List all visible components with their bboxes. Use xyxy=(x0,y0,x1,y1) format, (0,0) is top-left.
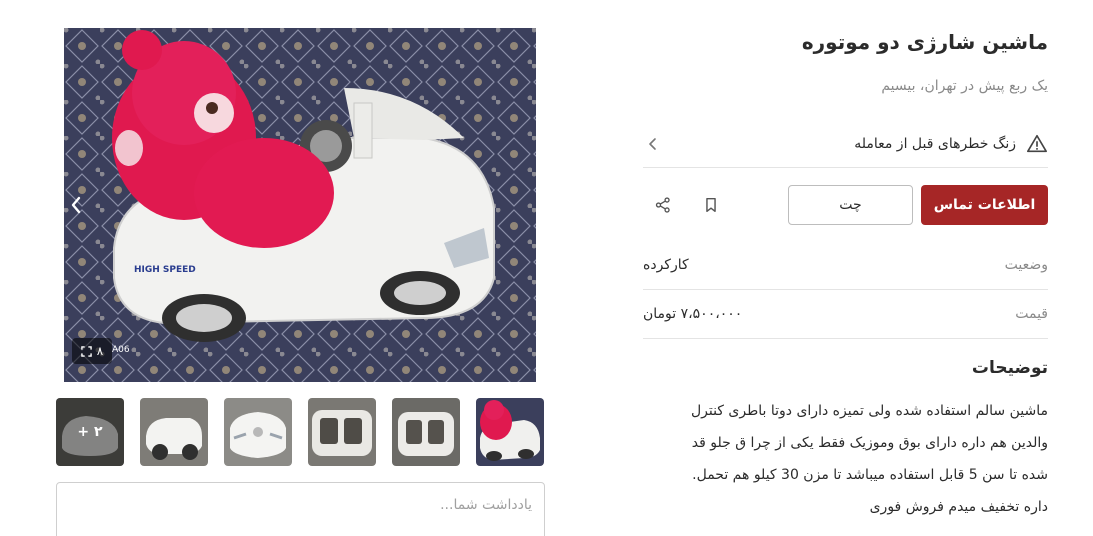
photo-tag: A06 xyxy=(112,345,130,355)
thumbnail-image xyxy=(476,398,544,466)
chevron-left-icon xyxy=(71,196,81,214)
description-line: والدین هم داره دارای بوق وموزیک فقط یکی … xyxy=(691,435,1048,451)
chevron-left-icon xyxy=(649,137,656,150)
thumbnail-1[interactable] xyxy=(476,398,544,466)
share-button[interactable] xyxy=(649,191,677,219)
status-value: کارکرده xyxy=(643,257,689,273)
thumbnail-3[interactable] xyxy=(308,398,376,466)
status-row: وضعیت کارکرده xyxy=(643,241,1048,290)
price-row: قیمت ۷،۵۰۰،۰۰۰ تومان xyxy=(643,290,1048,339)
description-title: توضیحات xyxy=(971,358,1048,378)
main-photo[interactable]: HIGH SPEED A06 ۸ xyxy=(64,28,536,382)
photo-text: HIGH SPEED xyxy=(134,265,196,275)
action-bar: اطلاعات تماس چت xyxy=(643,185,1048,225)
thumbnail-5[interactable] xyxy=(140,398,208,466)
thumbnail-image xyxy=(308,398,376,466)
description-line: شده تا سن 5 قابل استفاده میباشد تا مزن 3… xyxy=(692,467,1048,483)
thumbnail-image xyxy=(140,398,208,466)
description-line: داره تخفیف میدم فروش فوری xyxy=(869,499,1048,515)
thumbnail-image xyxy=(224,398,292,466)
page-title: ماشین شارژی دو موتوره xyxy=(801,30,1048,54)
note-input[interactable] xyxy=(56,482,545,536)
fullscreen-icon xyxy=(80,345,92,357)
bookmark-icon xyxy=(706,197,716,213)
description-text: ماشین سالم استفاده شده ولی تمیزه دارای د… xyxy=(638,395,1048,523)
bookmark-button[interactable] xyxy=(697,191,725,219)
photo-count-badge[interactable]: ۸ xyxy=(72,338,112,364)
scam-warning-link[interactable]: زنگ خطرهای قبل از معامله xyxy=(643,120,1048,168)
contact-info-button[interactable]: اطلاعات تماس xyxy=(921,185,1048,225)
more-photos-label: + ۲ xyxy=(56,398,124,466)
thumbnail-4[interactable] xyxy=(224,398,292,466)
thumbnail-image xyxy=(392,398,460,466)
photo-count: ۸ xyxy=(96,344,104,358)
description-line: ماشین سالم استفاده شده ولی تمیزه دارای د… xyxy=(690,403,1048,419)
share-icon xyxy=(655,197,670,213)
status-label: وضعیت xyxy=(1004,257,1048,273)
previous-photo-button[interactable] xyxy=(64,188,88,222)
scam-warning-text: زنگ خطرهای قبل از معامله xyxy=(854,135,1016,152)
product-photo: HIGH SPEED A06 xyxy=(64,28,536,382)
chat-button[interactable]: چت xyxy=(788,185,913,225)
thumbnail-more[interactable]: + ۲ xyxy=(56,398,124,466)
price-label: قیمت xyxy=(1015,306,1048,322)
warning-triangle-icon xyxy=(1027,134,1047,152)
thumbnail-2[interactable] xyxy=(392,398,460,466)
thumbnail-strip: + ۲ xyxy=(56,398,544,466)
price-value: ۷،۵۰۰،۰۰۰ تومان xyxy=(643,306,743,322)
listing-subtitle: یک ربع پیش در تهران، بیسیم xyxy=(881,78,1048,94)
